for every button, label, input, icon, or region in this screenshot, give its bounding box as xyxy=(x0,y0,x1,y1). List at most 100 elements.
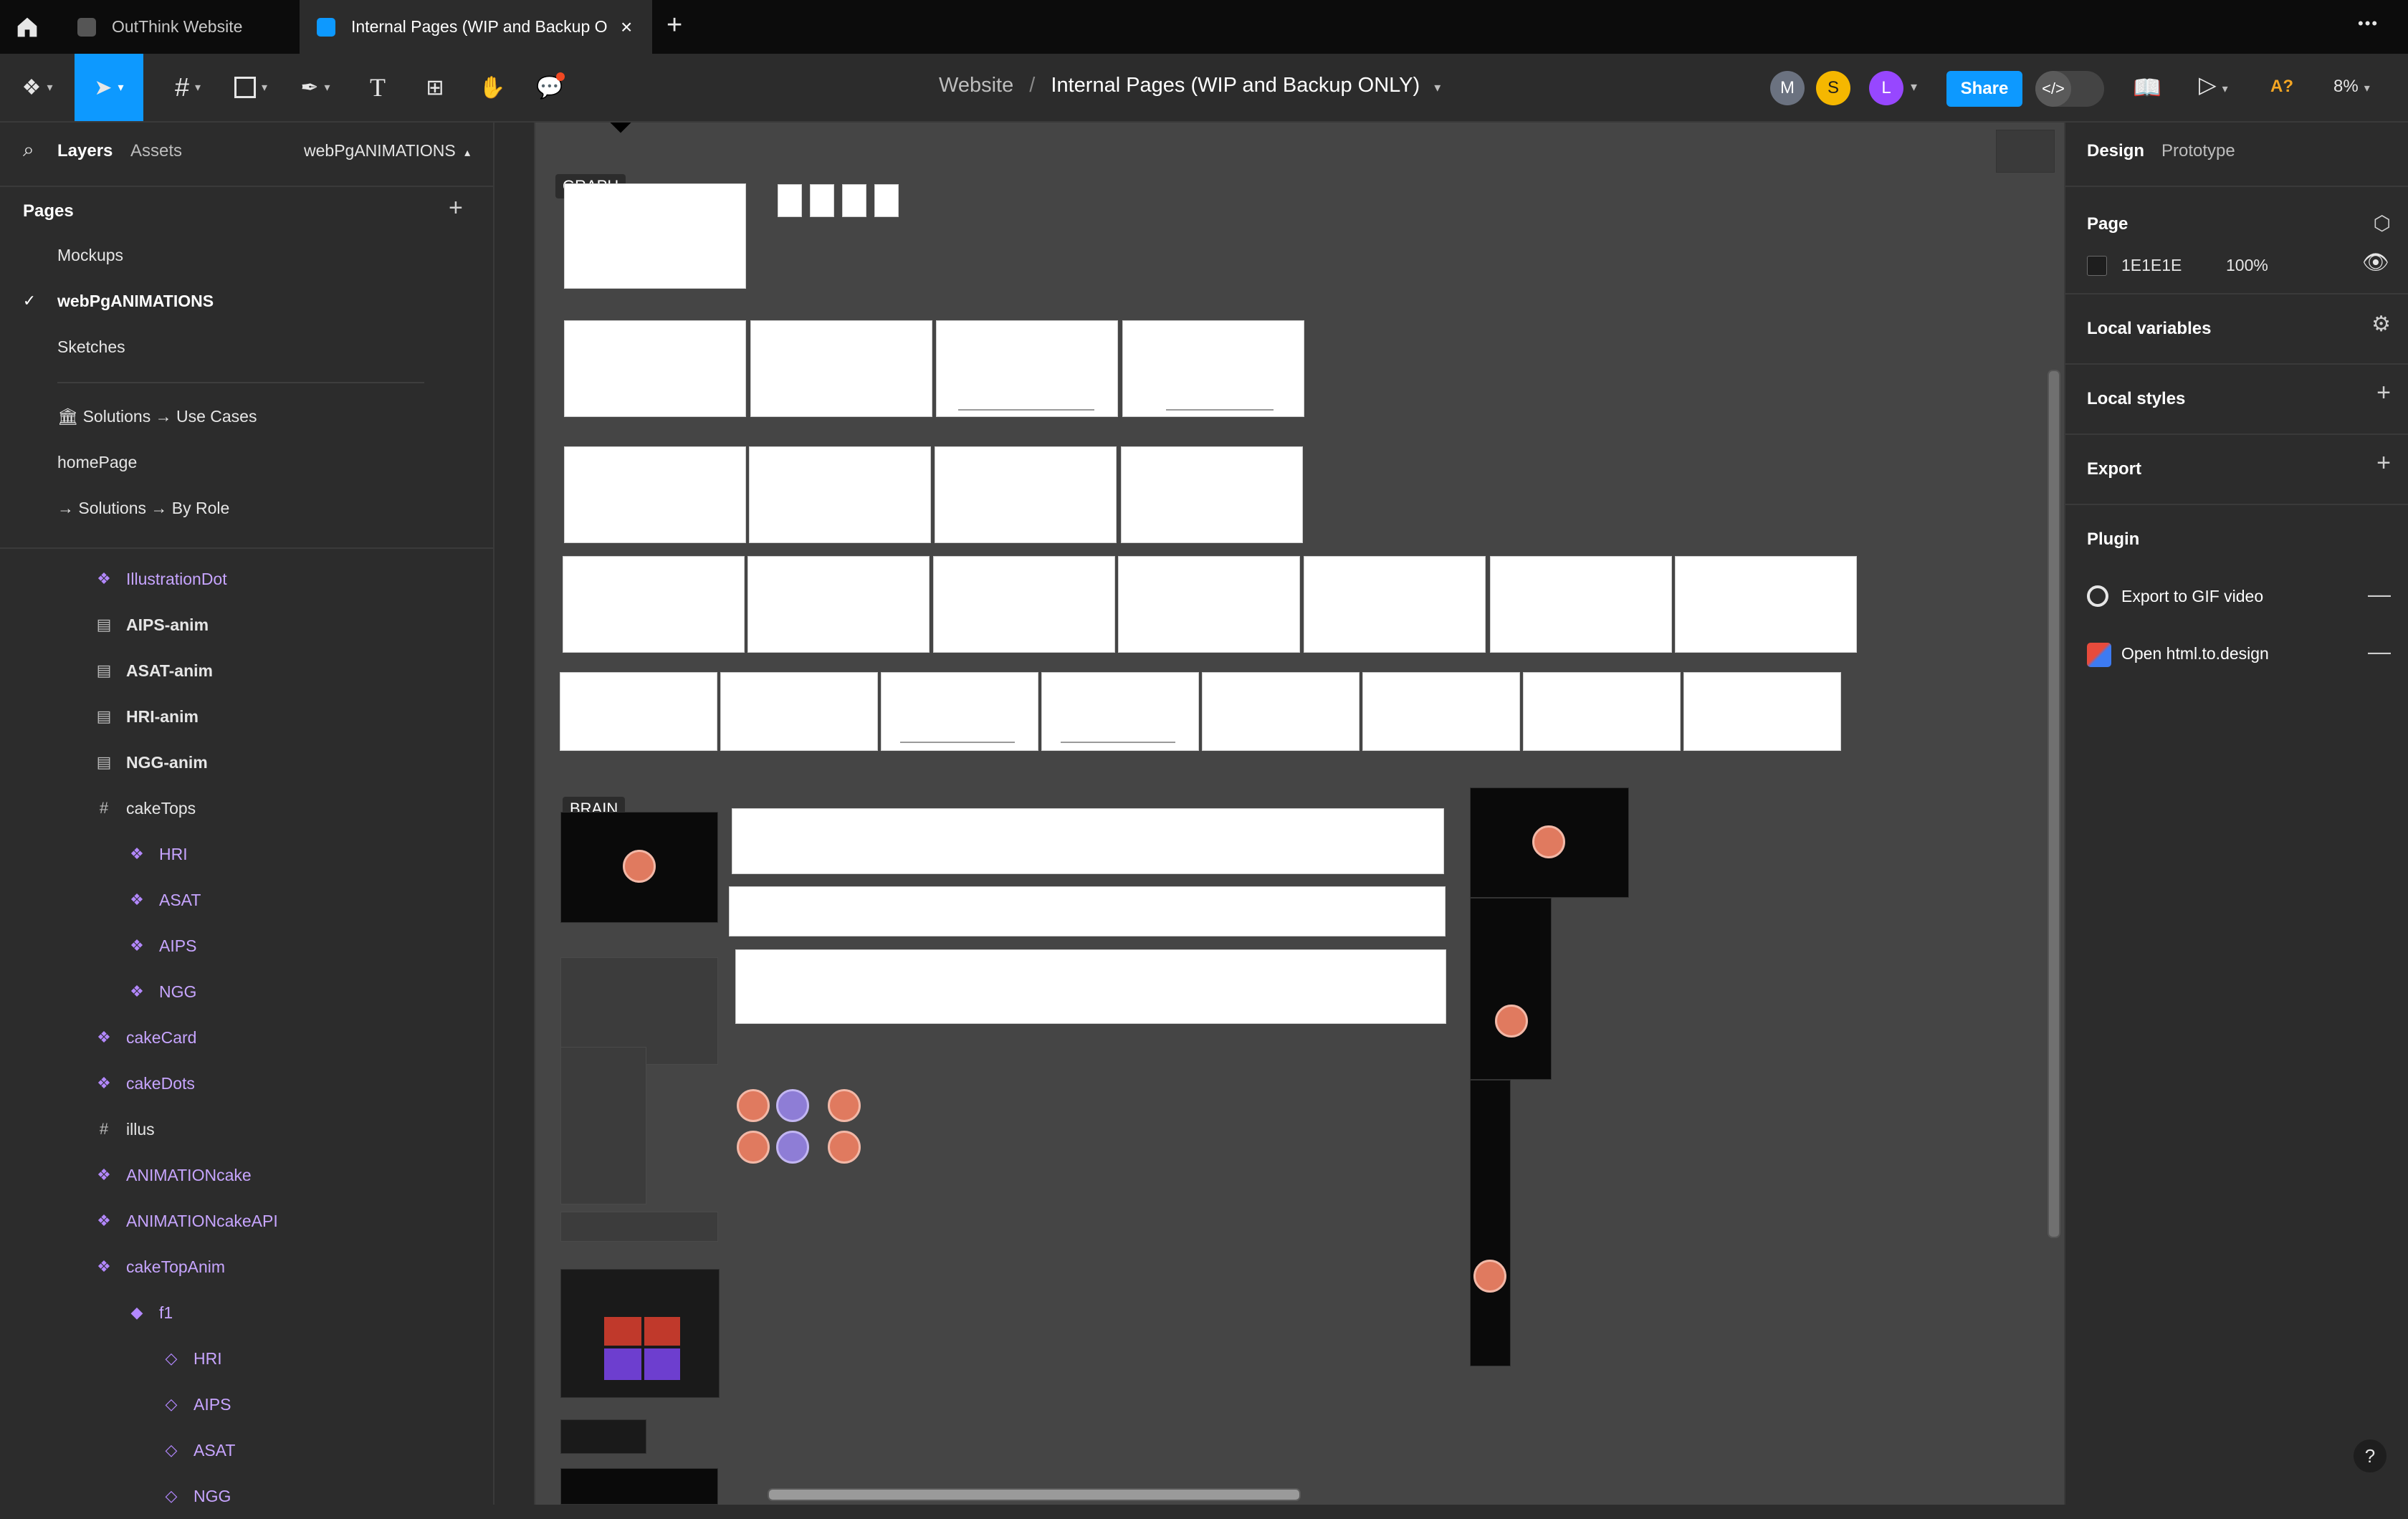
add-icon[interactable]: + xyxy=(2376,379,2391,407)
graph-frame[interactable] xyxy=(1122,320,1304,417)
page-settings-icon[interactable]: ⬡ xyxy=(2374,211,2391,235)
local-styles-section[interactable]: Local styles + xyxy=(2065,363,2408,435)
shape-tool-button[interactable]: ▾ xyxy=(222,54,280,121)
export-section[interactable]: Export + xyxy=(2065,433,2408,505)
hand-tool-button[interactable]: ✋ xyxy=(473,54,512,121)
graph-frame[interactable] xyxy=(1118,556,1300,653)
graph-frame[interactable] xyxy=(1362,672,1520,751)
graph-frame[interactable] xyxy=(1304,556,1486,653)
layer-row[interactable]: ❖ cakeCard xyxy=(0,1015,493,1060)
layer-row[interactable]: ❖ cakeTopAnim xyxy=(0,1244,493,1290)
main-menu-button[interactable]: ❖ ▾ xyxy=(14,54,60,121)
share-button[interactable]: Share xyxy=(1946,71,2022,107)
page-item[interactable]: homePage xyxy=(0,439,493,485)
brain-wide-frame[interactable] xyxy=(732,808,1444,874)
brain-wireframe[interactable] xyxy=(560,1212,718,1242)
graph-thumb[interactable] xyxy=(810,184,834,217)
graph-frame[interactable] xyxy=(563,556,745,653)
breadcrumb-project[interactable]: Website xyxy=(939,74,1013,97)
variables-icon[interactable]: ⚙ xyxy=(2371,312,2391,337)
add-page-button[interactable]: + xyxy=(449,194,463,222)
brain-frame[interactable] xyxy=(560,1468,718,1505)
new-tab-button[interactable]: + xyxy=(666,10,682,41)
brain-mobile-frame[interactable] xyxy=(1470,898,1552,1080)
present-button[interactable]: ▷ ▾ xyxy=(2199,71,2228,98)
layer-row[interactable]: # cakeTops xyxy=(0,785,493,831)
move-tool-button[interactable]: ➤ ▾ xyxy=(75,54,143,121)
graph-frame[interactable] xyxy=(1683,672,1841,751)
brain-frame[interactable] xyxy=(560,812,718,923)
zoom-control[interactable]: 8% ▾ xyxy=(2333,77,2370,97)
local-variables-section[interactable]: Local variables ⚙ xyxy=(2065,293,2408,365)
graph-frame[interactable] xyxy=(564,183,746,289)
graph-frame[interactable] xyxy=(933,556,1115,653)
brain-icon[interactable] xyxy=(776,1131,809,1164)
breadcrumb-file[interactable]: Internal Pages (WIP and Backup ONLY) xyxy=(1051,74,1420,97)
layer-row[interactable]: ❖ ASAT xyxy=(0,877,493,923)
graph-frame[interactable] xyxy=(935,446,1117,543)
brain-wide-frame[interactable] xyxy=(735,949,1446,1024)
graph-frame[interactable] xyxy=(564,446,746,543)
canvas[interactable]: GRAPH BRAIN xyxy=(534,123,2064,1505)
page-switcher[interactable]: webPgANIMATIONS ▴ xyxy=(304,141,470,160)
graph-frame[interactable] xyxy=(1523,672,1681,751)
layer-row[interactable]: ❖ IllustrationDot xyxy=(0,556,493,602)
graph-frame[interactable] xyxy=(564,320,746,417)
layer-row[interactable]: ◇ HRI xyxy=(0,1336,493,1381)
graph-thumb[interactable] xyxy=(874,184,899,217)
brain-wireframe[interactable] xyxy=(560,1047,646,1204)
horizontal-scrollbar[interactable] xyxy=(768,1488,1301,1501)
remove-icon[interactable]: — xyxy=(2368,581,2391,608)
brain-icon[interactable] xyxy=(776,1089,809,1122)
avatar[interactable]: L xyxy=(1869,71,1903,105)
brain-mobile-frame[interactable] xyxy=(1470,1080,1511,1366)
brain-wide-frame[interactable] xyxy=(729,886,1446,936)
graph-thumb[interactable] xyxy=(842,184,866,217)
home-icon[interactable] xyxy=(13,13,42,42)
layer-row[interactable]: ❖ ANIMATIONcakeAPI xyxy=(0,1198,493,1244)
brain-icon[interactable] xyxy=(737,1131,770,1164)
vertical-scrollbar[interactable] xyxy=(2048,370,2060,1238)
avatar[interactable]: S xyxy=(1816,71,1850,105)
graph-frame[interactable] xyxy=(1490,556,1672,653)
page-item[interactable]: Sketches xyxy=(0,324,493,370)
layer-row[interactable]: ▤ HRI-anim xyxy=(0,694,493,739)
page-item[interactable]: ✓ webPgANIMATIONS xyxy=(0,278,493,324)
dev-mode-toggle[interactable]: </> xyxy=(2035,71,2104,107)
layer-row[interactable]: ❖ cakeDots xyxy=(0,1060,493,1106)
tab-design[interactable]: Design xyxy=(2087,141,2144,161)
add-icon[interactable]: + xyxy=(2376,449,2391,477)
brain-icon[interactable] xyxy=(828,1131,861,1164)
ai-button[interactable]: A? xyxy=(2270,77,2293,97)
close-icon[interactable]: × xyxy=(621,16,632,39)
layer-row[interactable]: ◇ AIPS xyxy=(0,1381,493,1427)
layer-row[interactable]: ▤ AIPS-anim xyxy=(0,602,493,648)
chevron-down-icon[interactable]: ▾ xyxy=(1911,80,1917,95)
page-color-swatch[interactable] xyxy=(2087,256,2107,276)
layer-row[interactable]: ❖ ANIMATIONcake xyxy=(0,1152,493,1198)
layer-row[interactable]: ▤ NGG-anim xyxy=(0,739,493,785)
graph-frame[interactable] xyxy=(1041,672,1199,751)
graph-frame[interactable] xyxy=(560,672,717,751)
page-opacity[interactable]: 100% xyxy=(2226,256,2268,275)
layer-row[interactable]: ▤ ASAT-anim xyxy=(0,648,493,694)
graph-frame[interactable] xyxy=(1675,556,1857,653)
brain-icon[interactable] xyxy=(828,1089,861,1122)
graph-frame[interactable] xyxy=(747,556,930,653)
graph-frame[interactable] xyxy=(749,446,931,543)
visibility-eye-icon[interactable]: 👁 xyxy=(2362,250,2389,275)
brain-cards-frame[interactable] xyxy=(560,1269,720,1398)
remove-icon[interactable]: — xyxy=(2368,638,2391,665)
graph-frame[interactable] xyxy=(1121,446,1303,543)
more-icon[interactable]: ••• xyxy=(2358,14,2379,33)
plugin-row[interactable]: Open html.to.design — xyxy=(2065,633,2408,676)
layer-row[interactable]: ◇ ASAT xyxy=(0,1427,493,1473)
text-tool-button[interactable]: T xyxy=(358,54,397,121)
tab-layers[interactable]: Layers xyxy=(57,141,113,161)
graph-frame[interactable] xyxy=(720,672,878,751)
plugin-row[interactable]: Export to GIF video — xyxy=(2065,575,2408,618)
graph-thumb[interactable] xyxy=(778,184,802,217)
layer-row[interactable]: ❖ HRI xyxy=(0,831,493,877)
frame-tool-button[interactable]: # ▾ xyxy=(159,54,216,121)
brain-cards-frame[interactable] xyxy=(560,1419,646,1454)
